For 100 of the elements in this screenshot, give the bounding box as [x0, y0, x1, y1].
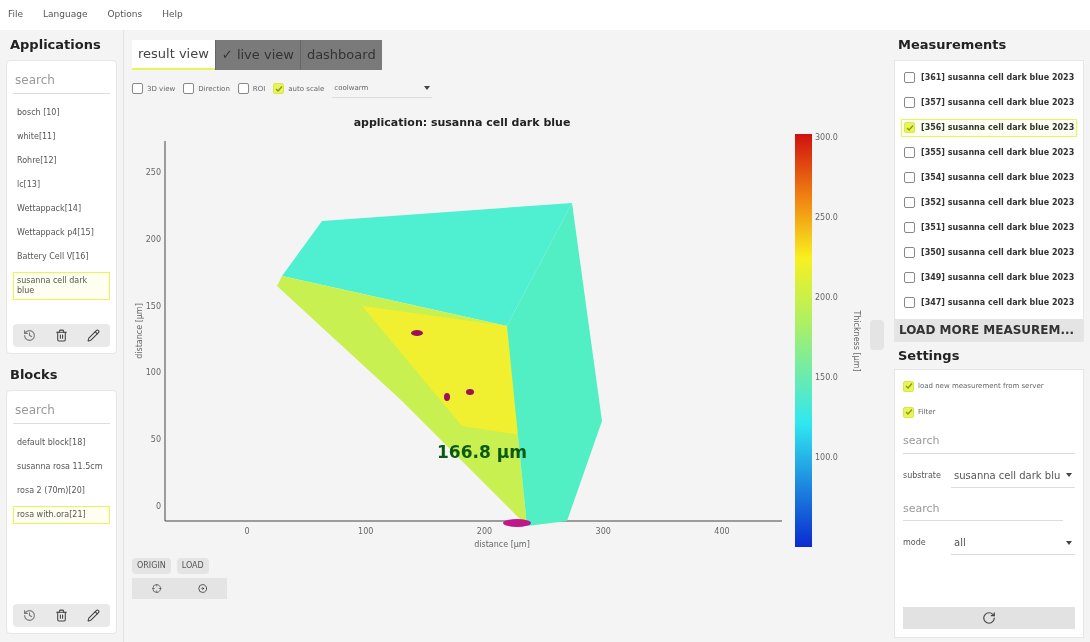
x-tick-label: 0 — [244, 526, 250, 536]
checkbox[interactable] — [904, 247, 915, 258]
list-item[interactable]: default block[18] — [13, 433, 110, 452]
measurement-item[interactable]: [357] susanna cell dark blue 2023 — [901, 93, 1077, 112]
menu-item[interactable]: Help — [162, 8, 183, 22]
list-item[interactable]: Wettappack p4[15] — [13, 223, 110, 242]
section-title: Measurements — [897, 36, 1008, 54]
tab[interactable]: result view — [132, 40, 215, 70]
menu-item[interactable]: File — [8, 8, 24, 22]
checkbox[interactable] — [904, 272, 915, 283]
defect-spot — [466, 388, 474, 395]
y-tick-label: 50 — [150, 434, 161, 444]
checkbox[interactable] — [904, 197, 915, 208]
chart-title: application: susanna cell dark blue — [353, 115, 571, 129]
checkbox[interactable] — [904, 97, 915, 108]
checkbox[interactable] — [904, 222, 915, 233]
measurement-label: [347] susanna cell dark blue 2023 — [921, 296, 1075, 309]
y-tick-label: 250 — [145, 167, 161, 177]
measurement-item[interactable]: [354] susanna cell dark blue 2023 — [901, 168, 1077, 187]
checkbox[interactable] — [132, 83, 143, 95]
measurement-label: [355] susanna cell dark blue 2023 — [921, 146, 1075, 159]
checkbox[interactable] — [904, 297, 915, 308]
record-icon[interactable] — [197, 581, 207, 595]
dropdown-arrow-icon — [424, 86, 431, 91]
search-field[interactable]: search — [13, 396, 110, 424]
measurement-item[interactable]: [355] susanna cell dark blue 2023 — [901, 143, 1077, 162]
measurement-item[interactable]: [352] susanna cell dark blue 2023 — [901, 193, 1077, 212]
measurement-label: [361] susanna cell dark blue 2023 — [921, 71, 1075, 84]
plot-button[interactable]: ORIGIN — [132, 557, 171, 574]
menu-item[interactable]: Language — [43, 8, 88, 22]
edit-icon[interactable] — [87, 329, 101, 342]
load-more-button[interactable]: LOAD MORE MEASUREM... — [895, 318, 1083, 341]
defect-spot — [503, 518, 531, 527]
search-field[interactable]: search — [13, 66, 110, 94]
measurement-label: [352] susanna cell dark blue 2023 — [921, 196, 1075, 209]
search-field[interactable]: search — [903, 497, 1063, 521]
delete-icon[interactable] — [55, 329, 68, 342]
colorbar-tick-label: 150.0 — [815, 372, 838, 382]
y-tick-label: 150 — [145, 301, 161, 311]
section-title: Applications — [9, 36, 102, 54]
list-item[interactable]: white[11] — [13, 127, 110, 146]
colorbar-tick-label: 250.0 — [815, 212, 838, 222]
checkbox[interactable] — [904, 147, 915, 158]
checkbox[interactable] — [183, 83, 195, 95]
measurement-item[interactable]: [350] susanna cell dark blue 2023 — [901, 243, 1077, 262]
colorbar-label: Thickness [µm] — [852, 309, 861, 372]
measurement-label: [354] susanna cell dark blue 2023 — [921, 171, 1075, 184]
y-tick-label: 200 — [145, 234, 161, 244]
checkbox[interactable] — [904, 172, 915, 183]
list-item[interactable]: Wettappack[14] — [13, 199, 110, 218]
list-item[interactable]: Battery Cell V[16] — [13, 247, 110, 266]
checkbox[interactable] — [904, 72, 915, 83]
substrate-dropdown[interactable]: susanna cell dark blu — [951, 463, 1075, 488]
delete-icon[interactable] — [55, 609, 68, 622]
field-label: substrate — [903, 469, 942, 482]
dropdown-arrow-icon — [1066, 540, 1072, 545]
measurement-item[interactable]: [356] susanna cell dark blue 2023 — [901, 118, 1077, 137]
measurement-label: [357] susanna cell dark blue 2023 — [921, 96, 1075, 109]
menu-item[interactable]: Options — [107, 8, 143, 22]
list-item[interactable]: bosch [10] — [13, 103, 110, 122]
defect-spot — [411, 329, 423, 336]
measurement-item[interactable]: [351] susanna cell dark blue 2023 — [901, 218, 1077, 237]
target-icon[interactable] — [152, 581, 162, 595]
dropdown-arrow-icon — [1066, 473, 1072, 477]
search-field[interactable]: search — [903, 430, 1075, 454]
x-axis-label: distance [µm] — [474, 539, 530, 549]
x-tick-label: 200 — [476, 526, 493, 536]
history-icon[interactable] — [22, 329, 36, 342]
list-item[interactable]: rosa with.ora[21] — [13, 505, 110, 524]
measurement-item[interactable]: [349] susanna cell dark blue 2023 — [901, 268, 1077, 287]
history-icon[interactable] — [22, 609, 36, 622]
list-item[interactable]: susanna cell dark blue — [13, 271, 110, 300]
list-item[interactable]: Rohre[12] — [13, 151, 110, 170]
measurement-label: [349] susanna cell dark blue 2023 — [921, 271, 1075, 284]
colorbar-tick-label: 200.0 — [815, 292, 838, 302]
section-title: Blocks — [9, 366, 59, 384]
y-axis-label: distance [µm] — [135, 302, 144, 359]
defect-spot — [444, 392, 450, 401]
plot-button[interactable]: LOAD — [176, 557, 209, 574]
edit-icon[interactable] — [87, 609, 101, 622]
section-title: Settings — [897, 346, 961, 365]
refresh-icon — [982, 611, 996, 625]
mode-dropdown[interactable]: all — [951, 531, 1075, 555]
measurement-item[interactable]: [347] susanna cell dark blue 2023 — [901, 293, 1077, 312]
colorbar-tick-label: 100.0 — [815, 452, 838, 462]
y-tick-label: 100 — [145, 367, 161, 377]
list-item[interactable]: lc[13] — [13, 175, 110, 194]
x-tick-label: 300 — [595, 526, 611, 536]
y-tick-label: 0 — [155, 501, 161, 511]
field-label: mode — [903, 537, 927, 549]
list-item[interactable]: susanna rosa 11.5cm — [13, 457, 110, 476]
measurement-label: [351] susanna cell dark blue 2023 — [921, 221, 1075, 234]
measurement-label: [350] susanna cell dark blue 2023 — [921, 246, 1075, 259]
x-tick-label: 100 — [358, 526, 374, 536]
measurement-label: [356] susanna cell dark blue 2023 — [921, 121, 1075, 134]
x-tick-label: 400 — [714, 526, 730, 536]
list-item[interactable]: rosa 2 (70m)[20] — [13, 481, 110, 500]
colorbar-tick-label: 300.0 — [815, 132, 838, 142]
measurement-item[interactable]: [361] susanna cell dark blue 2023 — [901, 68, 1077, 87]
checkbox[interactable] — [237, 83, 249, 95]
